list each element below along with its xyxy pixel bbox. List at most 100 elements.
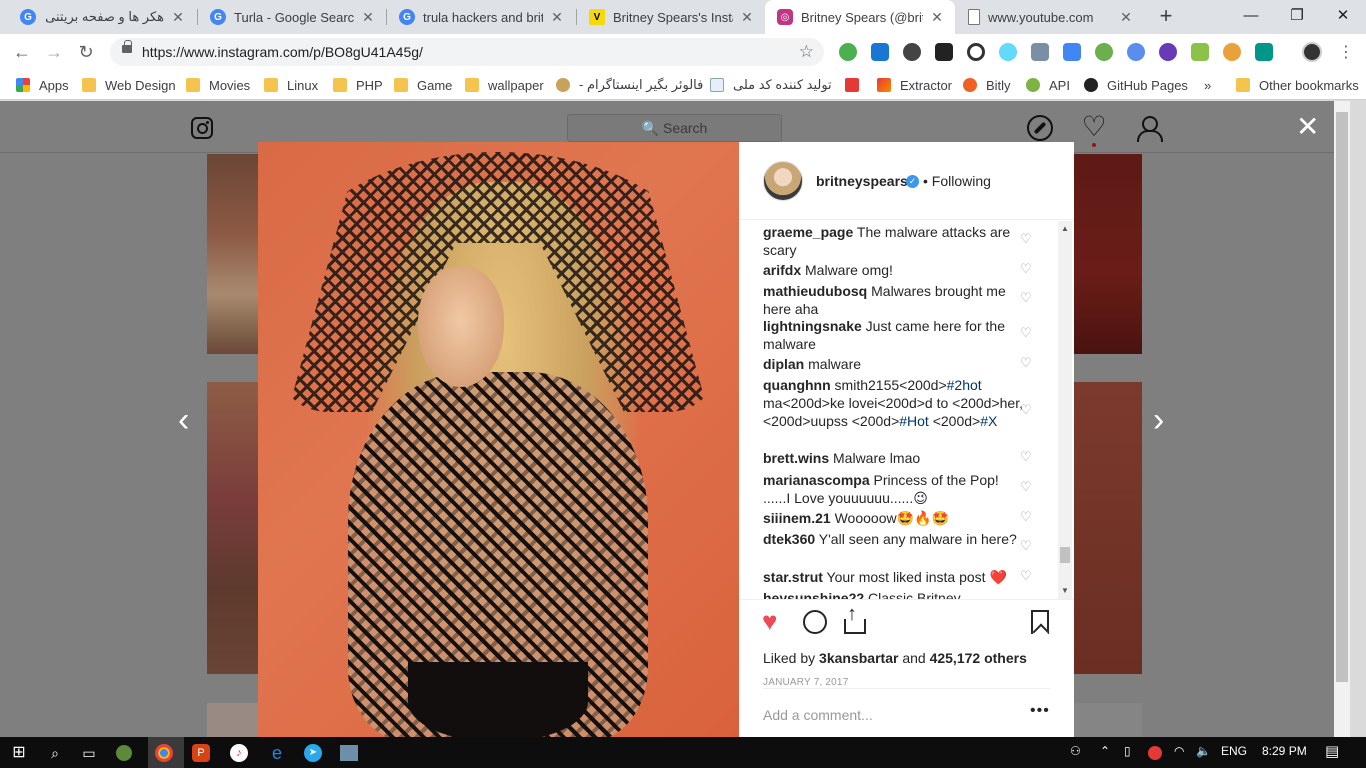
bookmark-code-generator[interactable]: تولید کننده کد ملی (710, 76, 832, 94)
comment-like-icon[interactable]: ♡ (1020, 231, 1032, 247)
comment-like-icon[interactable]: ♡ (1020, 509, 1032, 525)
extension-icon[interactable] (1031, 43, 1049, 61)
close-icon[interactable]: ✕ (929, 9, 945, 26)
tab-trula-search[interactable]: G trula hackers and britne ✕ (387, 0, 575, 34)
comment-user[interactable]: lightningsnake (763, 318, 862, 334)
bookmarks-overflow[interactable]: » (1204, 76, 1211, 94)
avatar[interactable] (763, 161, 803, 201)
bookmark-star-icon[interactable]: ☆ (799, 42, 814, 62)
translate-icon[interactable] (1063, 43, 1081, 61)
likes-count[interactable]: 425,172 others (930, 650, 1027, 666)
extension-icon[interactable] (871, 43, 889, 61)
activity-heart-icon[interactable]: ♡ (1081, 113, 1107, 141)
extension-icon[interactable] (1223, 43, 1241, 61)
comment-user[interactable]: graeme_page (763, 224, 853, 240)
bookmark-follower[interactable]: فالوئر بگیر اینستاگرام - (556, 76, 703, 94)
instagram-logo-icon[interactable] (191, 117, 213, 139)
extension-icon[interactable] (1191, 43, 1209, 61)
close-window-button[interactable]: ✕ (1320, 0, 1366, 32)
post-date[interactable]: JANUARY 7, 2017 (763, 677, 848, 688)
extension-icon[interactable] (839, 43, 857, 61)
post-username[interactable]: britneyspears (816, 173, 908, 189)
extension-icon[interactable] (1095, 43, 1113, 61)
extension-icon[interactable] (935, 43, 953, 61)
extension-icon[interactable] (1127, 43, 1145, 61)
tab-instagram[interactable]: ◎ Britney Spears (@britne ✕ (765, 0, 955, 34)
grid-photo[interactable] (207, 382, 259, 674)
bookmark-save-icon[interactable] (1031, 610, 1049, 634)
address-bar[interactable]: https://www.instagram.com/p/BO8gU41A45g/… (110, 38, 824, 66)
comment-like-icon[interactable]: ♡ (1020, 568, 1032, 584)
battery-icon[interactable]: ▯ (1124, 744, 1131, 758)
bookmark-game[interactable]: Game (394, 76, 452, 94)
comment-like-icon[interactable]: ♡ (1020, 355, 1032, 371)
close-icon[interactable]: ✕ (170, 9, 186, 26)
comments-scrollbar[interactable] (1058, 221, 1072, 599)
share-icon[interactable] (843, 603, 866, 634)
comment-user[interactable]: quanghnn (763, 377, 831, 393)
scroll-down-arrow-icon[interactable]: ▼ (1061, 586, 1069, 595)
task-view-icon[interactable]: ▭ (78, 742, 100, 764)
comment-like-icon[interactable]: ♡ (1020, 325, 1032, 341)
previous-post-arrow-icon[interactable]: ‹ (178, 401, 189, 440)
wifi-icon[interactable]: ◠ (1174, 744, 1184, 758)
extension-icon[interactable] (1255, 43, 1273, 61)
add-comment-input[interactable]: Add a comment... (763, 707, 873, 723)
comment-user[interactable]: marianascompa (763, 472, 870, 488)
extension-icon[interactable] (903, 43, 921, 61)
comments-scrollbar-thumb[interactable] (1060, 547, 1070, 563)
profile-avatar[interactable] (1302, 42, 1322, 62)
close-icon[interactable]: ✕ (739, 9, 755, 26)
itunes-icon[interactable]: ♪ (230, 744, 248, 762)
maximize-button[interactable]: ❐ (1274, 0, 1320, 32)
explore-compass-icon[interactable] (1027, 115, 1053, 141)
extension-icon[interactable] (967, 43, 985, 61)
url-text[interactable]: https://www.instagram.com/p/BO8gU41A45g/ (142, 44, 423, 60)
volume-icon[interactable]: 🔈 (1196, 744, 1211, 758)
next-post-arrow-icon[interactable]: › (1153, 401, 1164, 440)
grid-photo[interactable] (1074, 703, 1142, 737)
search-input[interactable]: 🔍 Search (567, 114, 782, 142)
comment-user[interactable]: diplan (763, 356, 804, 372)
reload-button[interactable]: ↻ (74, 40, 98, 64)
close-icon[interactable]: ✕ (549, 9, 565, 26)
comment-user[interactable]: brett.wins (763, 450, 829, 466)
comment-like-icon[interactable]: ♡ (1020, 538, 1032, 554)
tab-vice-article[interactable]: V Britney Spears's Instagr ✕ (577, 0, 765, 34)
tray-expand-icon[interactable]: ⌃ (1100, 744, 1110, 758)
comment-like-icon[interactable]: ♡ (1020, 261, 1032, 277)
minimize-button[interactable]: — (1228, 0, 1274, 32)
liked-by-user[interactable]: 3kansbartar (819, 650, 898, 666)
close-icon[interactable]: ✕ (1118, 9, 1134, 26)
profile-icon[interactable] (1135, 115, 1163, 142)
bookmark-bitly[interactable]: Bitly (963, 76, 1011, 94)
chrome-menu-icon[interactable]: ⋮ (1336, 42, 1356, 62)
scroll-up-arrow-icon[interactable]: ▲ (1061, 224, 1069, 233)
grid-photo[interactable] (1074, 382, 1142, 674)
post-photo[interactable] (258, 142, 739, 737)
new-tab-button[interactable]: + (1154, 5, 1178, 29)
grid-photo[interactable] (207, 154, 259, 354)
app-icon[interactable] (340, 745, 358, 761)
bookmark-wallpaper[interactable]: wallpaper (465, 76, 544, 94)
comment-user[interactable]: dtek360 (763, 531, 815, 547)
bookmark-download[interactable] (845, 76, 868, 94)
close-icon[interactable]: ✕ (360, 9, 376, 26)
comment-user[interactable]: star.strut (763, 569, 823, 585)
like-heart-icon[interactable]: ♥ (762, 608, 777, 634)
comment-like-icon[interactable]: ♡ (1020, 290, 1032, 306)
app-icon[interactable]: P (192, 744, 210, 762)
app-tray-icon[interactable] (1148, 746, 1162, 760)
comment-like-icon[interactable]: ♡ (1020, 402, 1032, 418)
edge-icon[interactable]: e (266, 742, 288, 764)
comment-bubble-icon[interactable] (803, 610, 827, 634)
bookmark-github-pages[interactable]: GitHub Pages (1084, 76, 1188, 94)
grid-photo[interactable] (1074, 154, 1142, 354)
comment-user[interactable]: mathieudubosq (763, 283, 867, 299)
bookmark-php[interactable]: PHP (333, 76, 383, 94)
following-status[interactable]: • Following (923, 173, 991, 189)
comment-user[interactable]: arifdx (763, 262, 801, 278)
notifications-icon[interactable]: ▤ (1325, 742, 1339, 760)
grid-photo[interactable] (207, 703, 259, 737)
comment-like-icon[interactable]: ♡ (1020, 479, 1032, 495)
